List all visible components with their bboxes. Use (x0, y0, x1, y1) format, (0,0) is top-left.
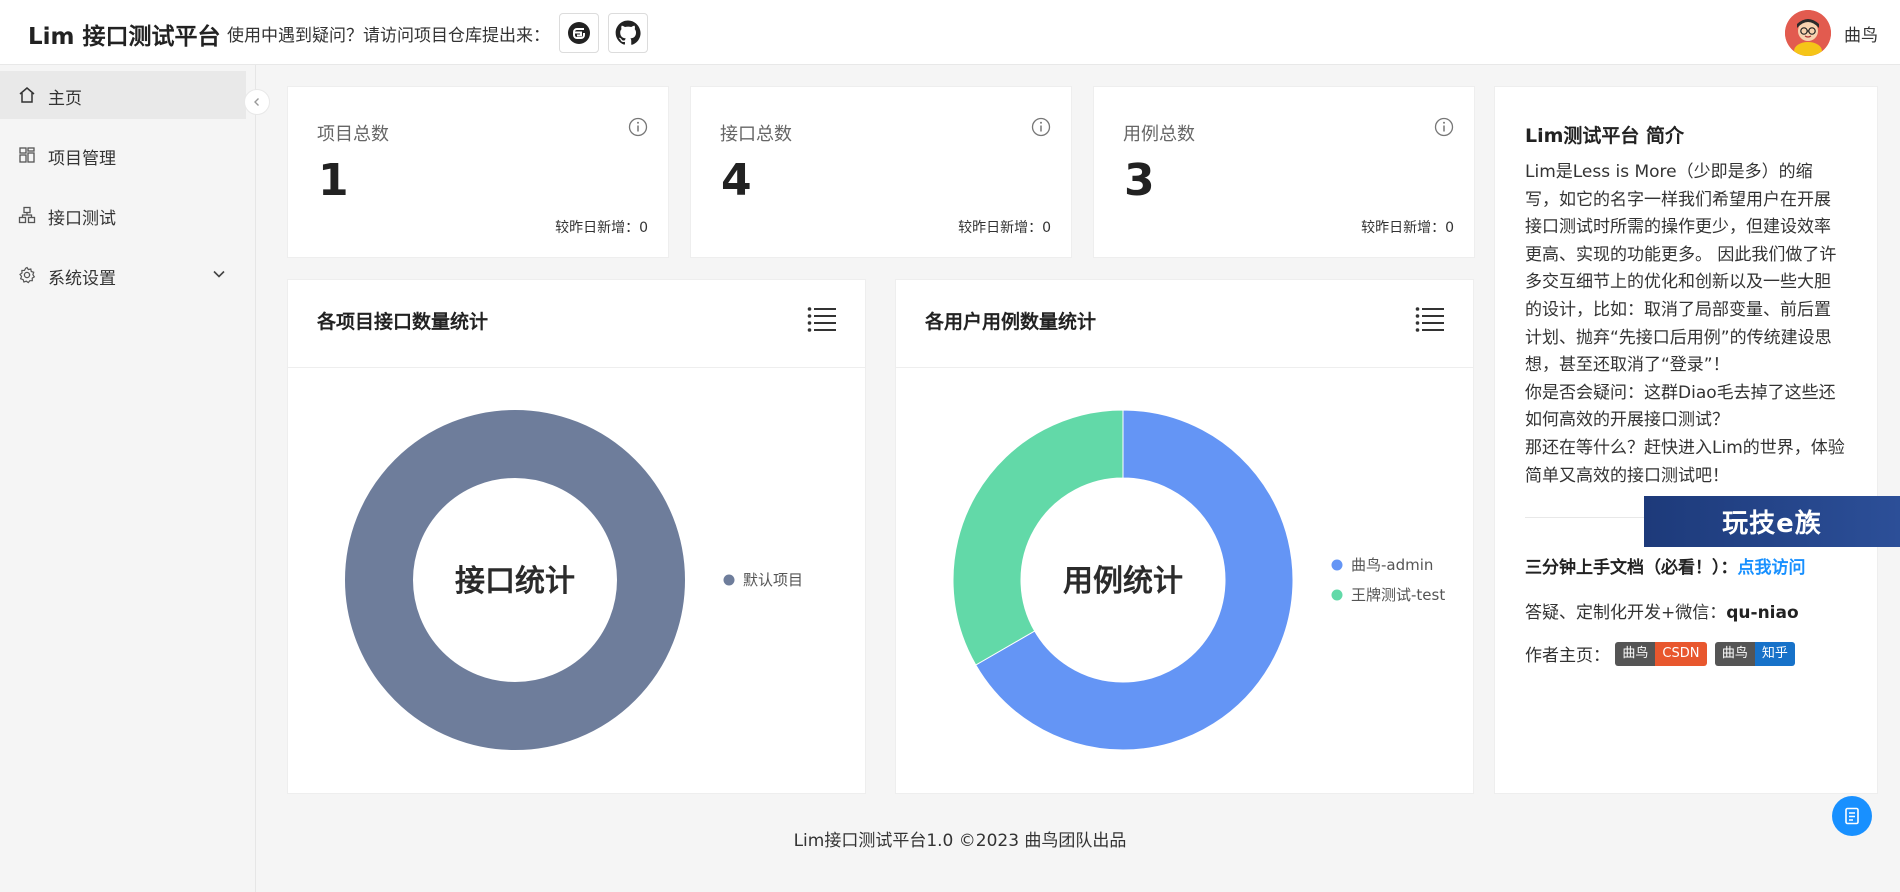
chart-card-api: 各项目接口数量统计 接口统计 默认项目 (287, 279, 866, 794)
avatar[interactable] (1785, 10, 1831, 56)
avatar-image (1785, 10, 1831, 56)
stat-value: 1 (318, 155, 349, 206)
sidebar-item-home[interactable]: 主页 (0, 71, 246, 119)
chart-title: 各用户用例数量统计 (925, 311, 1097, 333)
doc-line: 三分钟上手文档（必看！）：点我访问 (1525, 553, 1806, 578)
legend-label[interactable]: 曲鸟-admin (1351, 556, 1433, 574)
case-donut-chart: 用例统计 曲鸟-admin 王牌测试-test (952, 409, 1445, 751)
badge-left: 曲鸟 (1615, 641, 1656, 666)
float-help-button[interactable] (1832, 796, 1872, 836)
sidebar-item-label: 主页 (48, 89, 82, 109)
badge-right: 知乎 (1754, 641, 1795, 666)
donut-center-label: 用例统计 (1063, 564, 1183, 599)
stat-sub: 较昨日新增：0 (1361, 220, 1454, 236)
contact-label: 答疑、定制化开发+微信： (1525, 603, 1727, 623)
stat-value: 4 (721, 155, 752, 206)
badge-right: CSDN (1655, 641, 1707, 666)
gear-icon (19, 266, 36, 284)
csdn-badge[interactable]: 曲鸟 CSDN (1615, 641, 1707, 666)
sidebar-item-label: 接口测试 (48, 209, 116, 229)
sidebar-item-settings[interactable]: 系统设置 (0, 251, 246, 299)
list-menu-icon[interactable] (807, 306, 837, 332)
info-icon[interactable] (1031, 117, 1051, 137)
contact-line: 答疑、定制化开发+微信：qu-niao (1525, 598, 1799, 623)
stat-value: 3 (1124, 155, 1155, 206)
top-header: Lim 接口测试平台 使用中遇到疑问？请访问项目仓库提出来： 曲鸟 (0, 0, 1900, 65)
sidebar-item-projects[interactable]: 项目管理 (0, 131, 246, 179)
sidebar-item-label: 系统设置 (48, 269, 116, 289)
home-icon (19, 87, 35, 103)
help-text: 使用中遇到疑问？请访问项目仓库提出来： (227, 26, 550, 46)
sidebar: 主页 项目管理 接口测试 系统设置 (0, 65, 270, 892)
stat-card-cases: 用例总数 3 较昨日新增：0 (1093, 86, 1475, 258)
github-icon (615, 20, 641, 45)
contact-value: qu-niao (1726, 603, 1799, 623)
badge-left: 曲鸟 (1714, 641, 1755, 666)
legend-marker[interactable] (1331, 589, 1343, 601)
author-line: 作者主页： 曲鸟 CSDN 曲鸟 知乎 (1525, 641, 1798, 666)
chart-title: 各项目接口数量统计 (317, 311, 489, 333)
collapse-sidebar-button[interactable] (244, 89, 270, 115)
stat-label: 接口总数 (720, 124, 792, 145)
donut-center-label: 接口统计 (455, 564, 575, 599)
info-icon[interactable] (1434, 117, 1454, 137)
legend-label[interactable]: 王牌测试-test (1351, 586, 1445, 604)
doc-link[interactable]: 点我访问 (1738, 558, 1806, 578)
stat-label: 项目总数 (317, 124, 389, 145)
stat-card-projects: 项目总数 1 较昨日新增：0 (287, 86, 669, 258)
github-button[interactable] (608, 13, 648, 53)
doc-label: 三分钟上手文档（必看！）： (1525, 558, 1738, 578)
stat-sub: 较昨日新增：0 (555, 220, 648, 236)
legend-marker[interactable] (723, 574, 735, 586)
sidebar-item-label: 项目管理 (48, 149, 116, 169)
sitemap-icon (18, 206, 36, 224)
api-donut-chart: 接口统计 默认项目 (345, 410, 803, 750)
user-name[interactable]: 曲鸟 (1844, 21, 1878, 46)
document-icon (1845, 807, 1859, 825)
stat-sub: 较昨日新增：0 (958, 220, 1051, 236)
list-menu-icon[interactable] (1415, 306, 1445, 332)
info-icon[interactable] (628, 117, 648, 137)
intro-body: Lim是Less is More（少即是多）的缩写，如它的名字一样我们希望用户在… (1525, 162, 1845, 486)
stat-label: 用例总数 (1123, 124, 1195, 145)
legend-label[interactable]: 默认项目 (743, 571, 803, 589)
watermark-logo: 玩技e族 (1644, 496, 1900, 547)
sidebar-item-api-test[interactable]: 接口测试 (0, 191, 246, 239)
grid-icon (19, 147, 35, 163)
footer: Lim接口测试平台1.0 ©2023 曲鸟团队出品 (793, 831, 1127, 851)
legend-marker[interactable] (1331, 559, 1343, 571)
gitee-button[interactable] (559, 13, 599, 53)
gitee-icon (568, 22, 590, 44)
app-title: Lim 接口测试平台 (28, 24, 221, 50)
chevron-left-icon (254, 98, 259, 106)
stat-card-apis: 接口总数 4 较昨日新增：0 (690, 86, 1072, 258)
zhihu-badge[interactable]: 曲鸟 知乎 (1714, 641, 1795, 666)
intro-title: Lim测试平台 简介 (1525, 125, 1685, 147)
intro-card: Lim测试平台 简介 Lim是Less is More（少即是多）的缩写，如它的… (1494, 86, 1878, 794)
author-label: 作者主页： (1525, 646, 1610, 666)
chevron-down-icon[interactable] (212, 267, 226, 281)
chart-card-cases: 各用户用例数量统计 用例统计 曲鸟-admin 王牌测试-test (895, 279, 1474, 794)
donut-slice-王牌测试-test[interactable] (952, 409, 1124, 666)
